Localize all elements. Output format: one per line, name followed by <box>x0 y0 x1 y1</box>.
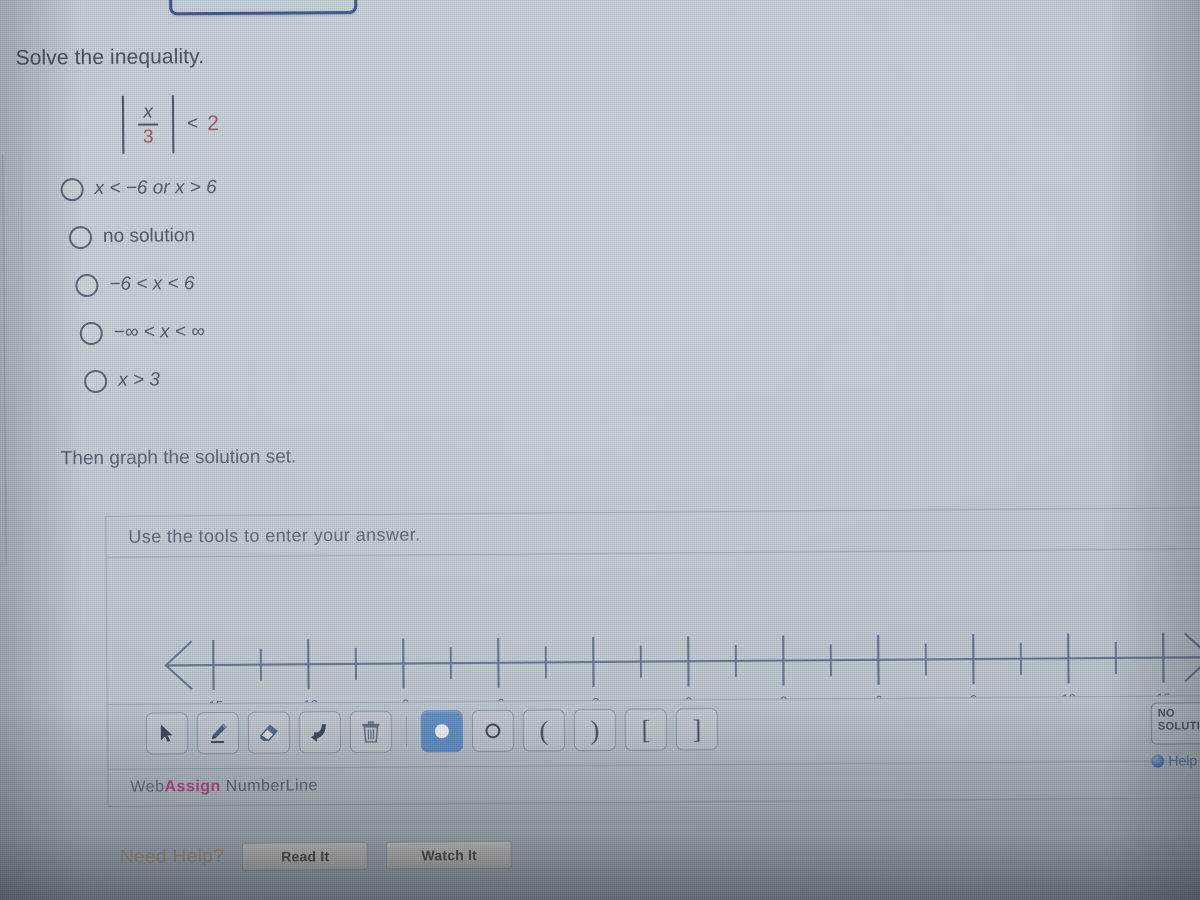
numberline-toolbar-row: ( ) [ ] NO SOLUTION Help <box>106 695 1200 769</box>
watch-it-button[interactable]: Watch It <box>386 840 513 870</box>
inequality-expression: x 3 < 2 <box>121 95 220 154</box>
brand-product: NumberLine <box>225 777 318 795</box>
brand-assign: Assign <box>164 777 221 796</box>
absolute-value-bar-right <box>171 95 175 154</box>
relation-operator: < <box>187 113 199 135</box>
eraser-tool[interactable] <box>247 711 291 754</box>
answer-options: x < −6 or x > 6 no solution −6 < x < 6 −… <box>59 171 219 412</box>
page-title: Solve the inequality. <box>15 45 205 70</box>
pencil-tool[interactable] <box>196 711 240 755</box>
option-label-3: −6 < x < 6 <box>109 273 195 295</box>
top-blue-tab[interactable] <box>169 0 358 16</box>
bracket-left-tool[interactable]: [ <box>624 708 668 751</box>
radio-option-5[interactable] <box>84 369 108 393</box>
brand-web: Web <box>130 778 165 796</box>
filled-circle-icon <box>434 724 449 739</box>
left-bracket-icon: [ <box>641 714 651 745</box>
page-content: Solve the inequality. x 3 < 2 x < −6 or … <box>0 0 1200 900</box>
radio-option-2[interactable] <box>68 225 93 249</box>
absolute-value-bar-left <box>121 95 125 154</box>
cursor-arrow-icon <box>160 724 173 743</box>
numberline-widget: Use the tools to enter your answer. -15-… <box>105 507 1200 807</box>
option-row-1[interactable]: x < −6 or x > 6 <box>60 171 217 206</box>
radio-option-3[interactable] <box>75 273 99 297</box>
no-solution-button[interactable]: NO SOLUTION <box>1150 702 1200 745</box>
option-label-4: −∞ < x < ∞ <box>113 321 205 343</box>
option-row-4[interactable]: −∞ < x < ∞ <box>79 315 218 350</box>
page-edge-rule-inner <box>20 154 23 355</box>
help-label: Help <box>1168 752 1198 769</box>
option-row-3[interactable]: −6 < x < 6 <box>75 267 217 302</box>
help-icon <box>1151 754 1165 768</box>
webassign-brand: WebAssign NumberLine <box>130 777 318 796</box>
numberline-toolbar: ( ) [ ] <box>145 708 719 755</box>
left-paren-icon: ( <box>539 714 549 745</box>
option-label-1: x < −6 or x > 6 <box>94 177 217 199</box>
numberline-instruction: Use the tools to enter your answer. <box>128 523 421 547</box>
option-row-2[interactable]: no solution <box>68 219 217 254</box>
open-point-tool[interactable] <box>471 709 515 753</box>
bracket-right-tool[interactable]: ] <box>675 708 719 751</box>
trash-icon <box>362 721 380 743</box>
radio-option-4[interactable] <box>79 321 103 345</box>
page-edge-rule-left <box>2 154 7 565</box>
then-graph-instruction: Then graph the solution set. <box>60 446 297 470</box>
need-help-section: Need Help? Read It Watch It <box>119 840 513 872</box>
open-paren-right-tool[interactable]: ) <box>573 708 617 752</box>
option-label-5: x > 3 <box>118 369 160 391</box>
pencil-icon <box>210 723 227 744</box>
closed-point-tool[interactable] <box>420 710 464 753</box>
photographed-screen: Solve the inequality. x 3 < 2 x < −6 or … <box>0 0 1200 900</box>
numberline-help-link[interactable]: Help <box>1151 752 1198 769</box>
undo-tool[interactable] <box>298 711 342 754</box>
read-it-button[interactable]: Read It <box>242 841 369 871</box>
numberline-graphic: -15-12-9-6-303691215 <box>164 632 1200 704</box>
radio-option-1[interactable] <box>60 177 84 201</box>
numberline-canvas[interactable]: -15-12-9-6-303691215 <box>105 548 1200 704</box>
open-paren-left-tool[interactable]: ( <box>522 709 566 752</box>
right-paren-icon: ) <box>590 714 600 745</box>
toolbar-divider <box>405 716 408 747</box>
undo-arrow-icon <box>310 724 326 742</box>
option-label-2: no solution <box>102 225 195 247</box>
option-row-5[interactable]: x > 3 <box>84 363 218 398</box>
eraser-icon <box>259 724 278 742</box>
right-bracket-icon: ] <box>692 713 702 744</box>
fraction: x 3 <box>133 101 163 148</box>
need-help-label: Need Help? <box>119 845 225 868</box>
fraction-denominator: 3 <box>142 126 154 148</box>
open-circle-icon <box>485 723 501 739</box>
right-hand-side: 2 <box>207 111 220 136</box>
delete-tool[interactable] <box>349 710 393 753</box>
select-arrow-tool[interactable] <box>145 712 189 755</box>
fraction-numerator: x <box>143 101 153 123</box>
